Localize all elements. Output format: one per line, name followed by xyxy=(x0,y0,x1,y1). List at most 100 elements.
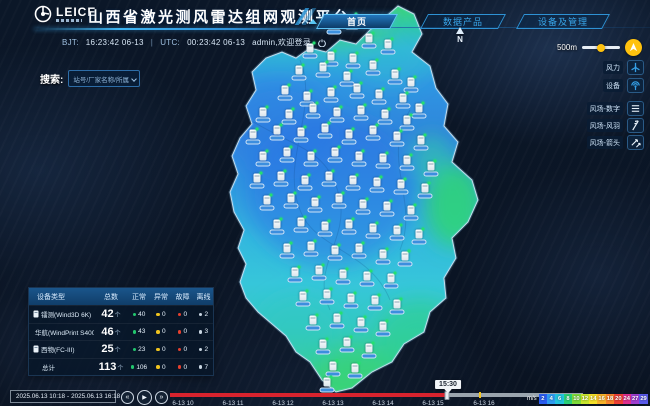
table-row[interactable]: 西物(FC-III) 25个 23 0 0 2 xyxy=(29,340,213,358)
timeline-track[interactable]: 6-13 10 6-13 11 6-13 12 6-13 13 6-13 14 … xyxy=(170,390,583,406)
station-marker[interactable] xyxy=(389,297,405,315)
station-marker[interactable] xyxy=(353,103,369,121)
logout-power-icon[interactable] xyxy=(318,38,326,47)
station-marker[interactable] xyxy=(317,219,333,237)
station-marker[interactable] xyxy=(345,173,361,191)
station-marker[interactable] xyxy=(319,287,335,305)
forward-button[interactable]: » xyxy=(155,391,168,404)
station-marker[interactable] xyxy=(315,60,331,78)
station-marker[interactable] xyxy=(273,169,289,187)
station-marker[interactable] xyxy=(331,191,347,209)
station-marker[interactable] xyxy=(345,51,361,69)
station-marker[interactable] xyxy=(327,243,343,261)
station-marker[interactable] xyxy=(255,105,271,123)
numbers-mode-button[interactable] xyxy=(627,101,644,116)
station-marker[interactable] xyxy=(361,341,377,359)
station-marker[interactable] xyxy=(325,359,341,377)
table-row[interactable]: 华航(WindPrint S4000) 46个 43 0 0 3 xyxy=(29,322,213,341)
station-marker[interactable] xyxy=(307,195,323,213)
rewind-button[interactable]: « xyxy=(121,391,134,404)
station-marker[interactable] xyxy=(347,361,363,379)
station-marker[interactable] xyxy=(423,159,439,177)
station-marker[interactable] xyxy=(353,315,369,333)
station-marker[interactable] xyxy=(269,217,285,235)
station-marker[interactable] xyxy=(367,293,383,311)
station-marker[interactable] xyxy=(293,215,309,233)
station-marker[interactable] xyxy=(375,319,391,337)
station-marker[interactable] xyxy=(287,265,303,283)
station-marker[interactable] xyxy=(297,173,313,191)
station-marker[interactable] xyxy=(397,249,413,267)
station-marker[interactable] xyxy=(349,81,365,99)
station-marker[interactable] xyxy=(303,239,319,257)
station-marker[interactable] xyxy=(371,87,387,105)
station-marker[interactable] xyxy=(355,197,371,215)
time-range-picker[interactable]: 2025.06.13 10:18 - 2025.06.13 16:18 xyxy=(10,390,120,403)
station-marker[interactable] xyxy=(351,149,367,167)
station-marker[interactable] xyxy=(417,181,433,199)
station-marker[interactable] xyxy=(395,91,411,109)
station-marker[interactable] xyxy=(399,113,415,131)
station-marker[interactable] xyxy=(293,125,309,143)
station-marker[interactable] xyxy=(341,127,357,145)
range-slider-thumb[interactable] xyxy=(597,43,605,52)
station-marker[interactable] xyxy=(359,269,375,287)
station-marker[interactable] xyxy=(383,271,399,289)
station-marker[interactable] xyxy=(281,107,297,125)
station-marker[interactable] xyxy=(375,247,391,265)
station-marker[interactable] xyxy=(365,58,381,76)
station-marker[interactable] xyxy=(379,199,395,217)
range-slider[interactable] xyxy=(582,43,620,52)
station-marker[interactable] xyxy=(305,313,321,331)
station-marker[interactable] xyxy=(389,129,405,147)
station-marker[interactable] xyxy=(387,67,403,85)
station-marker[interactable] xyxy=(323,85,339,103)
station-marker[interactable] xyxy=(339,335,355,353)
station-marker[interactable] xyxy=(311,263,327,281)
station-marker[interactable] xyxy=(279,241,295,259)
tab-home[interactable]: 首页 xyxy=(316,14,398,29)
search-input[interactable]: 站号/厂家名称/所属市县 xyxy=(68,70,141,87)
arrows-mode-button[interactable] xyxy=(627,135,644,150)
play-button[interactable]: ▶ xyxy=(137,390,152,405)
station-marker[interactable] xyxy=(249,171,265,189)
device-layer-button[interactable] xyxy=(627,78,644,93)
station-marker[interactable] xyxy=(269,123,285,141)
locate-button[interactable] xyxy=(625,39,642,56)
station-marker[interactable] xyxy=(279,145,295,163)
station-marker[interactable] xyxy=(403,203,419,221)
station-marker[interactable] xyxy=(343,291,359,309)
station-marker[interactable] xyxy=(259,193,275,211)
barbs-mode-button[interactable] xyxy=(627,118,644,133)
station-marker[interactable] xyxy=(377,107,393,125)
station-marker[interactable] xyxy=(375,151,391,169)
station-marker[interactable] xyxy=(327,145,343,163)
station-marker[interactable] xyxy=(277,83,293,101)
station-marker[interactable] xyxy=(321,169,337,187)
station-marker[interactable] xyxy=(303,149,319,167)
station-marker[interactable] xyxy=(399,153,415,171)
station-marker[interactable] xyxy=(295,289,311,307)
station-marker[interactable] xyxy=(351,241,367,259)
station-marker[interactable] xyxy=(403,75,419,93)
station-marker[interactable] xyxy=(317,121,333,139)
station-marker[interactable] xyxy=(335,267,351,285)
station-marker[interactable] xyxy=(255,149,271,167)
station-marker[interactable] xyxy=(413,133,429,151)
table-row[interactable]: 镭测(Wind3D 6K) 42个 40 0 0 2 xyxy=(29,305,213,323)
station-marker[interactable] xyxy=(369,175,385,193)
station-marker[interactable] xyxy=(389,223,405,241)
station-marker[interactable] xyxy=(305,101,321,119)
station-marker[interactable] xyxy=(291,63,307,81)
tab-device-management[interactable]: 设备及管理 xyxy=(516,14,610,29)
station-marker[interactable] xyxy=(329,311,345,329)
station-marker[interactable] xyxy=(411,227,427,245)
station-marker[interactable] xyxy=(365,221,381,239)
station-marker[interactable] xyxy=(283,191,299,209)
station-marker[interactable] xyxy=(365,123,381,141)
station-marker[interactable] xyxy=(329,105,345,123)
station-marker[interactable] xyxy=(341,217,357,235)
station-marker[interactable] xyxy=(245,127,261,145)
station-marker[interactable] xyxy=(315,337,331,355)
wind-layer-button[interactable] xyxy=(627,60,644,75)
